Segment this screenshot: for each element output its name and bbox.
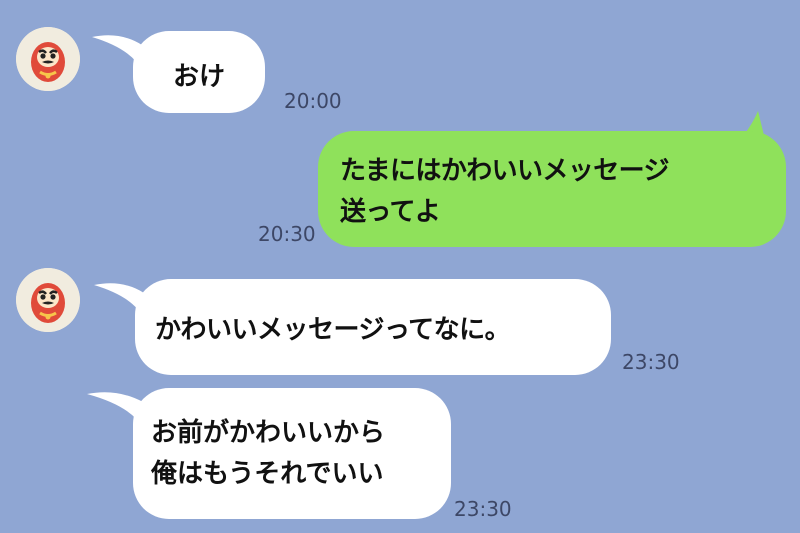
message-timestamp: 23:30 [454, 497, 512, 521]
message-text: お前がかわいいから 俺はもうそれでいい [151, 418, 386, 489]
message-bubble-incoming[interactable]: お前がかわいいから 俺はもうそれでいい [133, 388, 451, 519]
contact-avatar[interactable] [16, 268, 80, 332]
message-timestamp: 20:30 [258, 222, 316, 246]
contact-avatar[interactable] [16, 27, 80, 91]
message-bubble-incoming[interactable]: かわいいメッセージってなに。 [135, 279, 611, 375]
message-text: おけ [173, 62, 226, 92]
message-text: たまにはかわいいメッセージ 送ってよ [340, 156, 670, 227]
daruma-icon [16, 268, 80, 332]
daruma-icon [16, 27, 80, 91]
message-timestamp: 23:30 [622, 350, 680, 374]
message-bubble-outgoing[interactable]: たまにはかわいいメッセージ 送ってよ [318, 131, 786, 247]
message-bubble-incoming[interactable]: おけ [133, 31, 266, 113]
message-text: かわいいメッセージってなに。 [155, 315, 511, 345]
message-timestamp: 20:00 [284, 89, 342, 113]
